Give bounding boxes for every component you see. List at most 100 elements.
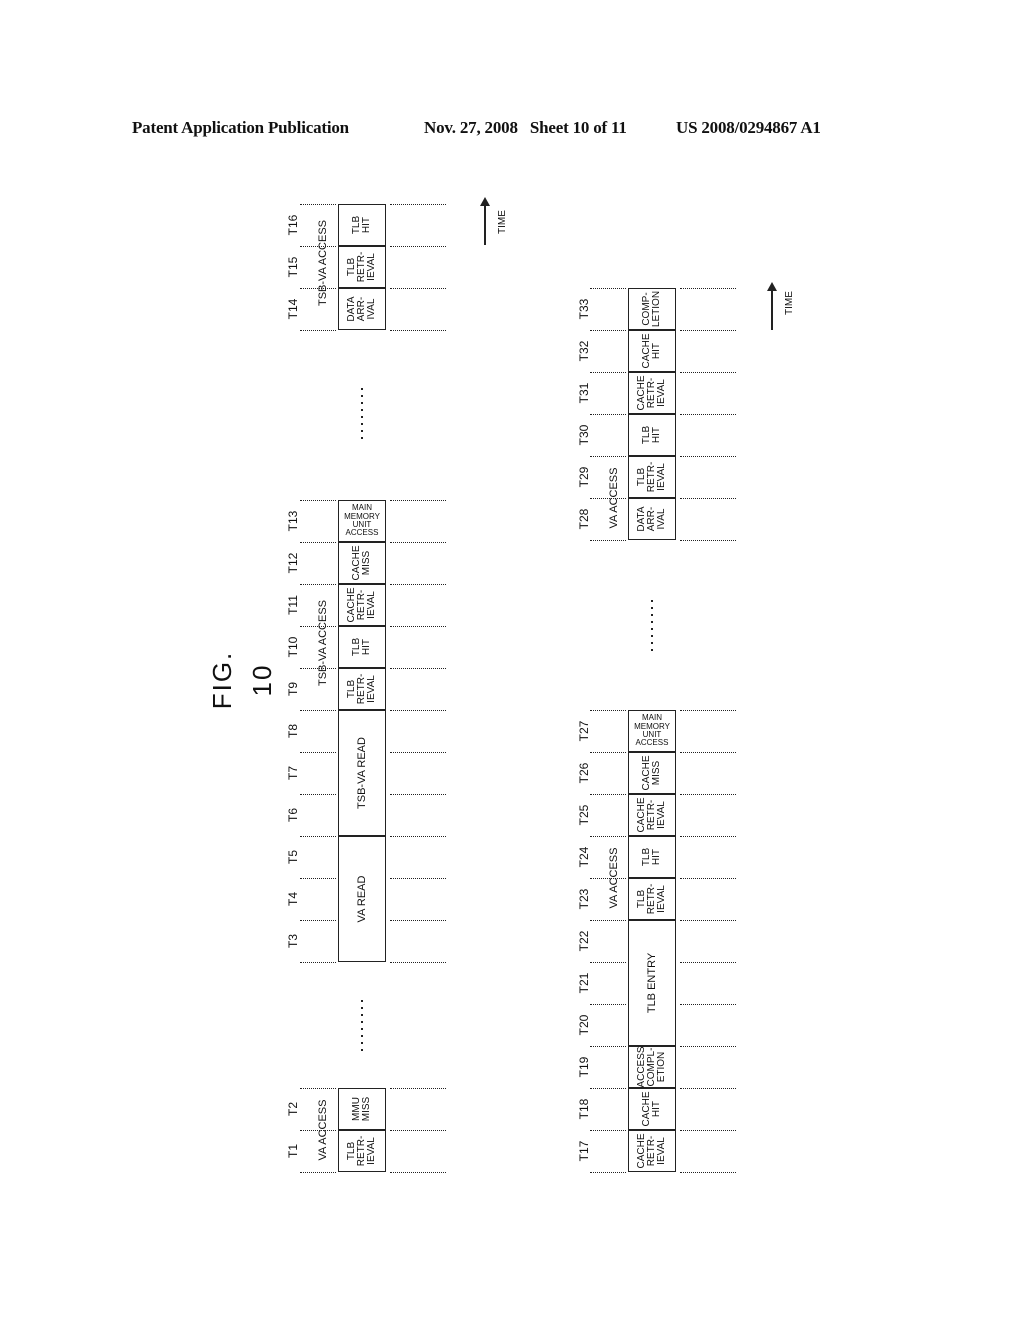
time-boundary-left [590,288,626,289]
ellipsis-dot [361,1021,363,1023]
ellipsis-dot [361,1007,363,1009]
time-slot-label: T26 [577,762,591,784]
time-boundary-left [300,1088,336,1089]
time-axis-label: TIME [784,291,795,315]
time-boundary-left [300,330,336,331]
time-slot-label: T30 [577,424,591,446]
time-slot-label: T7 [286,766,300,781]
time-boundary-right [390,836,446,837]
operation-label: CACHE HIT [641,1091,662,1127]
operation-label: CACHE RETR- IEVAL [636,1133,667,1169]
ellipsis-dot [651,600,653,602]
operation-label: TLB HIT [641,847,662,867]
time-boundary-left [590,836,626,837]
operation-label: CACHE RETR- IEVAL [346,587,377,623]
ellipsis-dot [651,628,653,630]
time-boundary-right [390,1088,446,1089]
operation-label: TSB-VA READ [355,737,368,809]
time-slot-label: T5 [286,850,300,865]
ellipsis-dot [361,437,363,439]
operation-label: MAIN MEMORY UNIT ACCESS [634,713,670,748]
operation-label: MAIN MEMORY UNIT ACCESS [344,503,380,538]
access-type-label: VA ACCESS [607,467,620,529]
operation-label: TLB HIT [351,215,372,235]
time-boundary-right [680,330,736,331]
time-boundary-right [680,498,736,499]
time-arrow-icon [767,282,777,330]
time-boundary-left [590,330,626,331]
operation-label: TLB RETR- IEVAL [636,461,667,493]
timing-diagram: T1 T2 VA ACCESS TLB RETR- IEVAL MMU MISS T3 T4… [0,0,1024,1320]
time-boundary-left [300,920,336,921]
time-boundary-right [390,794,446,795]
time-slot-label: T14 [286,298,300,320]
ellipsis-dot [361,1000,363,1002]
time-boundary-right [390,246,446,247]
ellipsis-dot [651,635,653,637]
time-slot-label: T29 [577,466,591,488]
time-slot-label: T24 [577,846,591,868]
operation-label: CACHE RETR- IEVAL [636,797,667,833]
time-boundary-right [390,542,446,543]
operation-label: DATA ARR- IVAL [636,506,667,532]
time-boundary-right [390,920,446,921]
time-boundary-right [680,1172,736,1173]
time-slot-label: T20 [577,1014,591,1036]
time-boundary-right [680,920,736,921]
time-slot-label: T8 [286,724,300,739]
operation-label: TLB RETR- IEVAL [346,673,377,705]
time-boundary-right [680,1046,736,1047]
time-slot-label: T28 [577,508,591,530]
ellipsis-continuation [361,388,364,444]
time-boundary-right [390,710,446,711]
time-boundary-right [390,1130,446,1131]
operation-label: CACHE RETR- IEVAL [636,375,667,411]
ellipsis-dot [361,1014,363,1016]
operation-label: CACHE MISS [641,755,662,791]
time-boundary-right [390,1172,446,1173]
time-boundary-left [590,456,626,457]
time-boundary-right [390,204,446,205]
time-boundary-right [680,540,736,541]
operation-label: COMP- LETION [641,290,662,328]
ellipsis-dot [651,621,653,623]
time-boundary-right [680,1004,736,1005]
time-boundary-right [680,878,736,879]
operation-label: CACHE MISS [351,545,372,581]
time-boundary-left [300,962,336,963]
time-boundary-left [590,540,626,541]
operation-label: MMU MISS [351,1096,372,1122]
access-type-label: TSB-VA ACCESS [316,600,329,686]
access-type-label: VA ACCESS [607,847,620,909]
ellipsis-dot [651,642,653,644]
operation-label: TLB HIT [641,425,662,445]
time-slot-label: T22 [577,930,591,952]
time-boundary-left [590,1046,626,1047]
operation-label: TLB RETR- IEVAL [346,1135,377,1167]
time-slot-label: T11 [286,595,300,615]
ellipsis-dot [361,430,363,432]
time-boundary-left [300,710,336,711]
ellipsis-dot [651,649,653,651]
time-boundary-left [590,1004,626,1005]
time-boundary-right [680,372,736,373]
time-slot-label: T13 [286,510,300,532]
time-slot-label: T12 [286,552,300,574]
time-boundary-left [300,500,336,501]
time-boundary-left [590,710,626,711]
time-boundary-right [680,794,736,795]
time-boundary-right [680,288,736,289]
time-boundary-right [680,836,736,837]
ellipsis-dot [361,1035,363,1037]
time-boundary-left [300,794,336,795]
ellipsis-dot [361,1049,363,1051]
access-type-label: TSB-VA ACCESS [316,220,329,306]
time-boundary-right [390,626,446,627]
time-slot-label: T9 [286,682,300,697]
time-boundary-left [300,878,336,879]
access-type-label: VA ACCESS [316,1099,329,1161]
operation-label: TLB HIT [351,637,372,657]
time-boundary-left [590,962,626,963]
time-boundary-left [590,752,626,753]
time-axis-label: TIME [497,210,508,234]
